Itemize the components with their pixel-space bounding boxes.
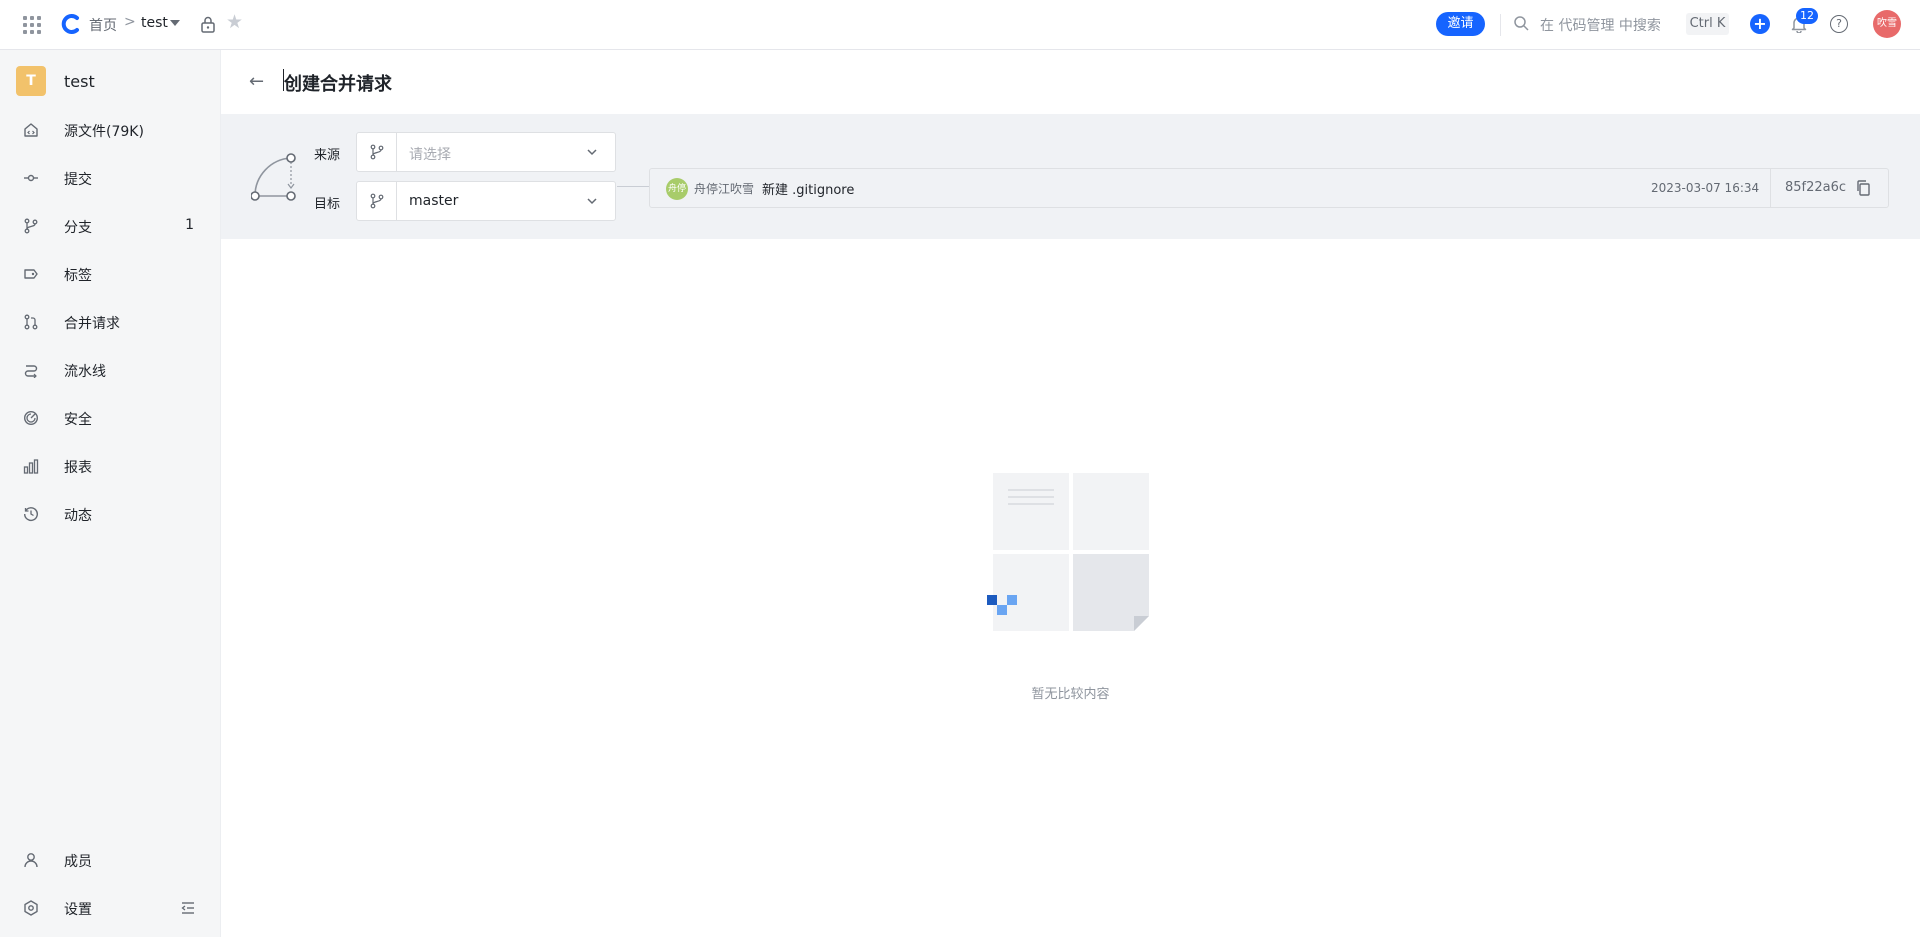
merge-request-icon (24, 314, 38, 330)
sidebar-item-label: 动态 (64, 508, 92, 524)
breadcrumb-separator-icon: > (124, 14, 136, 30)
merge-flow-diagram-icon (251, 153, 296, 201)
divider (1500, 14, 1501, 36)
branch-icon (370, 193, 384, 209)
commit-message[interactable]: 新建 .gitignore (762, 179, 854, 198)
app-grid-icon[interactable] (23, 16, 41, 34)
commit-hash[interactable]: 85f22a6c (1785, 180, 1846, 195)
security-icon (23, 410, 39, 426)
star-icon[interactable]: ★ (226, 13, 243, 32)
sidebar-item-label: 安全 (64, 412, 92, 428)
notification-badge: 12 (1796, 8, 1818, 24)
chevron-down-icon (587, 198, 597, 205)
history-icon (23, 507, 38, 522)
sidebar-item-label: 合并请求 (64, 316, 120, 332)
target-branch-value: master (409, 193, 459, 209)
latest-commit-card: 舟停 舟停江吹雪 新建 .gitignore 2023-03-07 16:34 … (649, 168, 1889, 208)
commit-time: 2023-03-07 16:34 (1651, 181, 1760, 195)
sidebar-item-label: 流水线 (64, 364, 106, 380)
branch-cell (357, 182, 397, 220)
commit-author-avatar: 舟停 (666, 178, 688, 200)
avatar[interactable]: 吹雪 (1873, 10, 1901, 38)
sidebar-item-label: 源文件(79K) (64, 124, 144, 140)
branch-icon (24, 218, 38, 234)
sidebar-item-activity[interactable]: 动态 (0, 494, 220, 534)
chevron-down-icon (587, 149, 597, 156)
product-logo-icon[interactable] (60, 13, 82, 35)
settings-icon (24, 900, 38, 916)
lock-icon[interactable] (200, 15, 216, 33)
page-title: 创建合并请求 (284, 74, 392, 95)
divider (1770, 169, 1771, 207)
main-content: ← 创建合并请求 来源 请选择 目标 master 舟停 舟停江吹雪 新建 .g… (221, 50, 1920, 937)
commit-author: 舟停江吹雪 (694, 182, 755, 196)
sidebar-item-label: 报表 (64, 460, 92, 476)
project-name: test (64, 72, 95, 91)
tag-icon (24, 269, 38, 279)
connector-line (617, 186, 653, 187)
create-button[interactable]: + (1750, 14, 1770, 34)
empty-state-illustration (987, 473, 1149, 631)
project-header[interactable]: T test (16, 66, 95, 96)
sidebar-item-label: 提交 (64, 172, 92, 188)
branch-count: 1 (185, 217, 194, 233)
source-branch-select[interactable]: 请选择 (356, 132, 616, 172)
collapse-sidebar-icon[interactable] (180, 900, 196, 916)
pipeline-icon (24, 365, 38, 378)
back-arrow-icon[interactable]: ← (249, 73, 264, 91)
sidebar-item-label: 分支 (64, 220, 92, 236)
sidebar-item-commits[interactable]: 提交 (0, 158, 220, 198)
sidebar-item-tags[interactable]: 标签 (0, 254, 220, 294)
project-avatar: T (16, 66, 46, 96)
invite-button[interactable]: 邀请 (1436, 12, 1485, 36)
breadcrumb-repo[interactable]: test (141, 15, 168, 31)
source-placeholder: 请选择 (409, 147, 451, 163)
sidebar-item-branches[interactable]: 分支 1 (0, 206, 220, 246)
branch-icon (370, 144, 384, 160)
search-icon[interactable] (1513, 15, 1529, 31)
top-bar: 首页 > test ★ 邀请 在 代码管理 中搜索 Ctrl K + 12 ? … (0, 0, 1920, 50)
commit-icon (24, 174, 38, 182)
member-icon (24, 853, 38, 868)
sidebar-item-label: 设置 (64, 902, 92, 918)
sidebar-item-source[interactable]: 源文件(79K) (0, 110, 220, 150)
search-input[interactable]: 在 代码管理 中搜索 (1540, 15, 1661, 35)
sidebar-item-pipeline[interactable]: 流水线 (0, 350, 220, 390)
sidebar-item-label: 标签 (64, 268, 92, 284)
target-branch-select[interactable]: master (356, 181, 616, 221)
sidebar-item-merge-requests[interactable]: 合并请求 (0, 302, 220, 342)
target-label: 目标 (314, 197, 341, 212)
copy-icon[interactable] (1856, 180, 1870, 196)
sidebar-item-label: 成员 (64, 854, 92, 870)
sidebar: T test 源文件(79K) 提交 分支 1 标签 合并请求 流水线 安全 报… (0, 50, 221, 937)
help-icon[interactable]: ? (1830, 15, 1848, 33)
sidebar-item-members[interactable]: 成员 (0, 840, 220, 880)
home-code-icon (24, 123, 38, 137)
sidebar-item-settings[interactable]: 设置 (0, 888, 220, 928)
report-icon (23, 459, 39, 474)
breadcrumb-home[interactable]: 首页 (89, 15, 117, 35)
shortcut-hint: Ctrl K (1686, 13, 1729, 35)
sidebar-item-security[interactable]: 安全 (0, 398, 220, 438)
sidebar-item-reports[interactable]: 报表 (0, 446, 220, 486)
source-label: 来源 (314, 148, 341, 163)
branch-cell (357, 133, 397, 171)
empty-state-text: 暂无比较内容 (1031, 687, 1110, 702)
repo-dropdown-caret-icon[interactable] (170, 20, 180, 26)
